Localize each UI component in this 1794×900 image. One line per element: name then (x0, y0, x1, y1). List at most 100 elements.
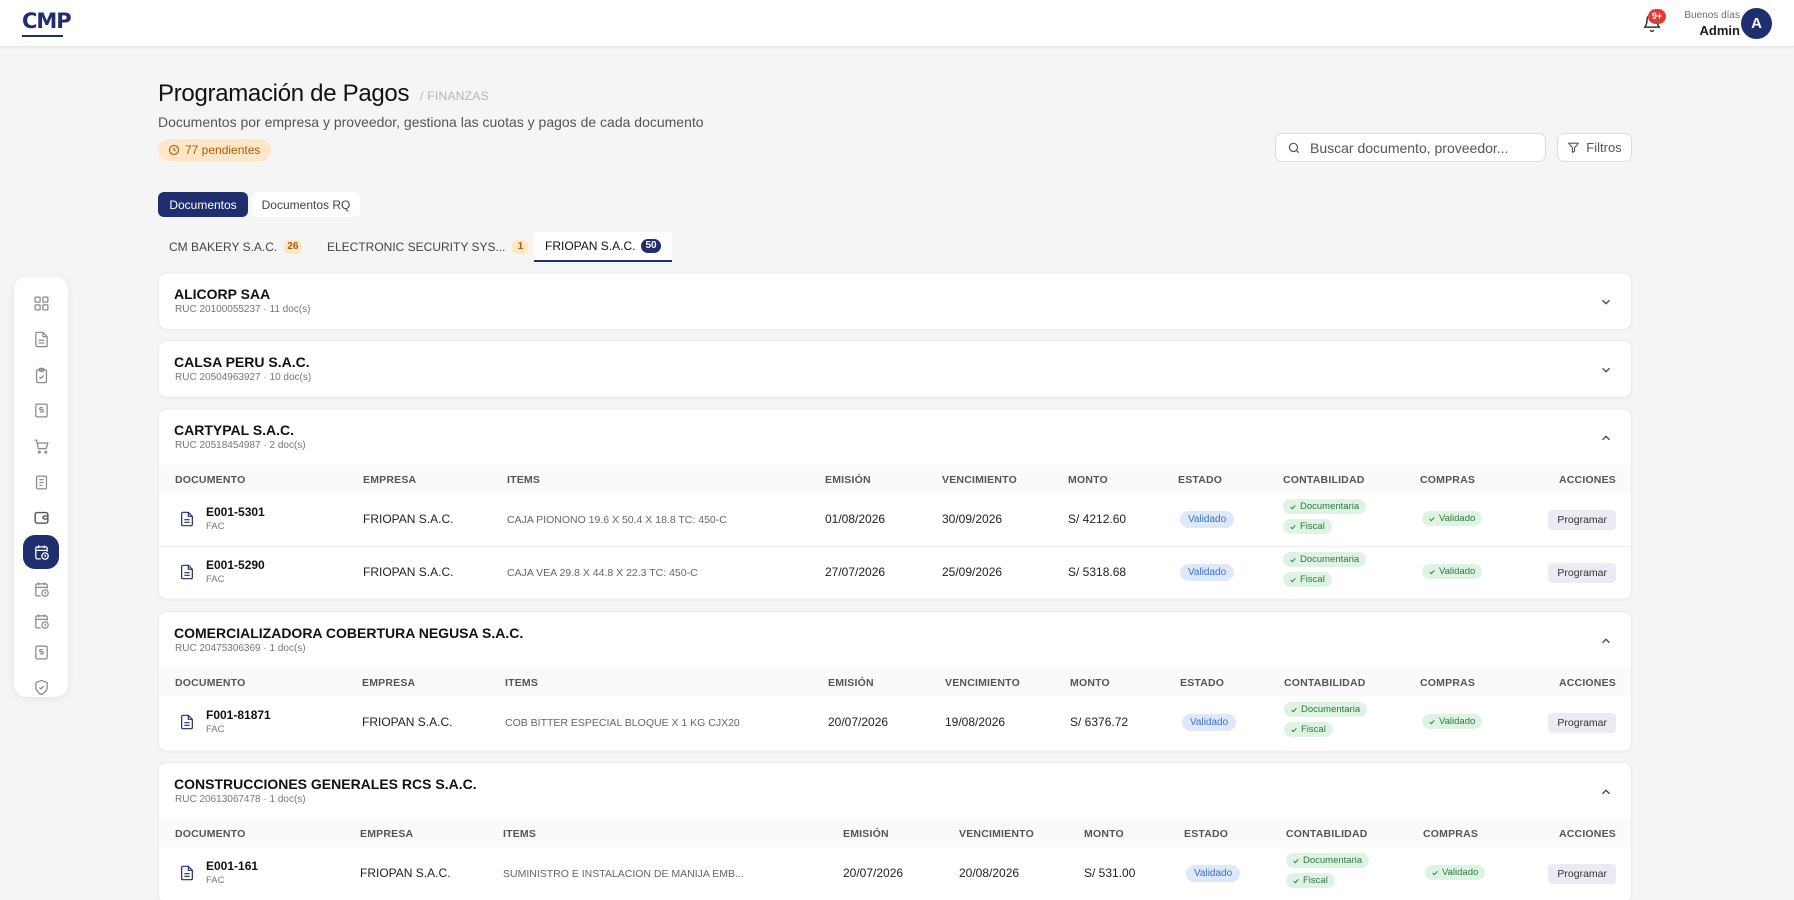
contabilidad-fiscal-badge: Fiscal (1283, 519, 1332, 534)
items-cell: COB BITTER ESPECIAL BLOQUE X 1 KG CJX20 (505, 717, 740, 729)
supplier-name: CONSTRUCCIONES GENERALES RCS S.A.C. (174, 776, 477, 792)
chevron-down-icon[interactable] (1599, 363, 1613, 377)
contabilidad-documentaria-badge: Documentaria (1283, 552, 1367, 567)
programar-button[interactable]: Programar (1548, 713, 1616, 733)
page-subtitle: Documentos por empresa y proveedor, gest… (158, 114, 704, 130)
sidebar-item-documents[interactable] (23, 324, 59, 354)
company-tab-friopan[interactable]: FRIOPAN S.A.C. 50 (534, 232, 672, 262)
supplier-name: ALICORP SAA (174, 286, 271, 302)
badge-label: Validado (1439, 716, 1476, 727)
column-header: CONTABILIDAD (1284, 677, 1366, 689)
sidebar-item-invoices[interactable] (23, 395, 59, 425)
document-number[interactable]: E001-5290 (206, 558, 265, 572)
supplier-ruc: RUC 20100055237 · 11 doc(s) (175, 304, 311, 315)
column-header: ESTADO (1178, 474, 1223, 486)
column-header: CONTABILIDAD (1286, 828, 1368, 840)
emision-cell: 27/07/2026 (825, 565, 886, 579)
document-number[interactable]: E001-5301 (206, 505, 265, 519)
compras-badge: Validado (1422, 714, 1483, 729)
sidebar-item-wallet[interactable] (23, 502, 59, 532)
calendar-clock-icon (34, 613, 49, 629)
logo-underline (22, 35, 63, 37)
contabilidad-documentaria-badge: Documentaria (1284, 702, 1368, 717)
chevron-down-icon[interactable] (1599, 295, 1613, 309)
supplier-ruc: RUC 20475306369 · 1 doc(s) (175, 643, 306, 654)
filters-button[interactable]: Filtros (1557, 133, 1632, 162)
table-row[interactable]: F001-81871 FAC FRIOPAN S.A.C. COB BITTER ES… (159, 696, 1631, 748)
sidebar-item-schedule-2[interactable] (23, 574, 59, 604)
column-header: ESTADO (1184, 828, 1229, 840)
sidebar-item-security[interactable] (23, 672, 59, 702)
sidebar-item-payment-schedule[interactable] (23, 535, 59, 569)
company-tab-label: ELECTRONIC SECURITY SYS... (327, 240, 506, 254)
sidebar-item-purchases[interactable] (23, 431, 59, 461)
compras-badge: Validado (1422, 511, 1483, 526)
company-tab-count: 26 (283, 240, 303, 254)
dollar-doc-icon (34, 644, 48, 660)
column-header: MONTO (1068, 474, 1108, 486)
items-cell: CAJA PIONONO 19.6 X 50.4 X 18.8 TC: 450-… (507, 514, 727, 526)
column-header: DOCUMENTO (175, 828, 246, 840)
chevron-up-icon[interactable] (1599, 431, 1613, 445)
sidebar-item-approvals[interactable] (23, 360, 59, 390)
badge-label: Documentaria (1300, 554, 1360, 565)
column-header: COMPRAS (1423, 828, 1479, 840)
table-row[interactable]: E001-161 FAC FRIOPAN S.A.C. SUMINISTRO E IN… (159, 847, 1631, 899)
column-header: ACCIONES (1558, 474, 1616, 486)
document-icon (181, 511, 193, 527)
sidebar-item-dashboard[interactable] (23, 288, 59, 318)
search-box[interactable] (1275, 133, 1546, 162)
chevron-up-icon[interactable] (1599, 634, 1613, 648)
document-number[interactable]: F001-81871 (206, 708, 271, 722)
table-row[interactable]: E001-5290 FAC FRIOPAN S.A.C. CAJA VEA 29.8 … (159, 546, 1631, 598)
programar-button[interactable]: Programar (1548, 510, 1616, 530)
check-icon (1429, 516, 1435, 521)
avatar[interactable]: A (1741, 8, 1772, 39)
vencimiento-cell: 19/08/2026 (945, 715, 1006, 729)
supplier-name: CARTYPAL S.A.C. (174, 422, 295, 438)
monto-cell: S/ 5318.68 (1068, 565, 1127, 579)
top-bar: CMP 9+ Buenos días Admin A (0, 0, 1794, 47)
column-header: COMPRAS (1420, 677, 1476, 689)
company-tab-cm-bakery[interactable]: CM BAKERY S.A.C. 26 (158, 232, 313, 262)
company-tab-electronic-security[interactable]: ELECTRONIC SECURITY SYS... 1 (316, 232, 540, 262)
supplier-card: CONSTRUCCIONES GENERALES RCS S.A.C. RUC 2… (158, 762, 1632, 900)
vencimiento-cell: 25/09/2026 (942, 565, 1003, 579)
sidebar-item-ledger[interactable] (23, 467, 59, 497)
app-logo[interactable]: CMP (22, 9, 72, 33)
column-header: ESTADO (1180, 677, 1225, 689)
programar-button[interactable]: Programar (1548, 864, 1616, 884)
greeting-text: Buenos días (1684, 10, 1740, 21)
check-icon (1291, 707, 1297, 712)
supplier-ruc: RUC 20518454987 · 2 doc(s) (175, 440, 306, 451)
supplier-card: CARTYPAL S.A.C. RUC 20518454987 · 2 doc(s… (158, 408, 1632, 600)
search-input[interactable] (1310, 139, 1530, 156)
document-icon (181, 714, 193, 730)
contabilidad-fiscal-badge: Fiscal (1286, 873, 1335, 888)
search-icon (1288, 142, 1300, 153)
supplier-ruc: RUC 20504963927 · 10 doc(s) (175, 372, 312, 383)
check-icon (1291, 727, 1297, 732)
check-icon (1293, 858, 1299, 863)
notification-badge: 9+ (1648, 9, 1666, 24)
estado-badge: Validado (1180, 564, 1235, 581)
column-header: MONTO (1084, 828, 1124, 840)
tab-documentos[interactable]: Documentos (158, 192, 248, 217)
chevron-up-icon[interactable] (1599, 785, 1613, 799)
document-icon (181, 564, 193, 580)
column-header: VENCIMIENTO (942, 474, 1017, 486)
emision-cell: 20/07/2026 (828, 715, 889, 729)
programar-button[interactable]: Programar (1548, 563, 1616, 583)
document-type: FAC (206, 574, 225, 585)
sidebar-item-payments[interactable] (23, 637, 59, 667)
document-number[interactable]: E001-161 (206, 859, 258, 873)
calendar-clock-icon (34, 544, 49, 560)
sidebar-item-schedule-3[interactable] (23, 606, 59, 636)
check-icon (1290, 504, 1296, 509)
tab-documentos-rq[interactable]: Documentos RQ (252, 192, 360, 217)
table-row[interactable]: E001-5301 FAC FRIOPAN S.A.C. CAJA PIONONO 1… (159, 493, 1631, 545)
empresa-cell: FRIOPAN S.A.C. (363, 512, 454, 526)
table-header: DOCUMENTO EMPRESA ITEMS EMISIÓN VENCIMIENTO M… (159, 668, 1631, 696)
document-type: FAC (206, 521, 225, 532)
shield-check-icon (34, 679, 48, 695)
